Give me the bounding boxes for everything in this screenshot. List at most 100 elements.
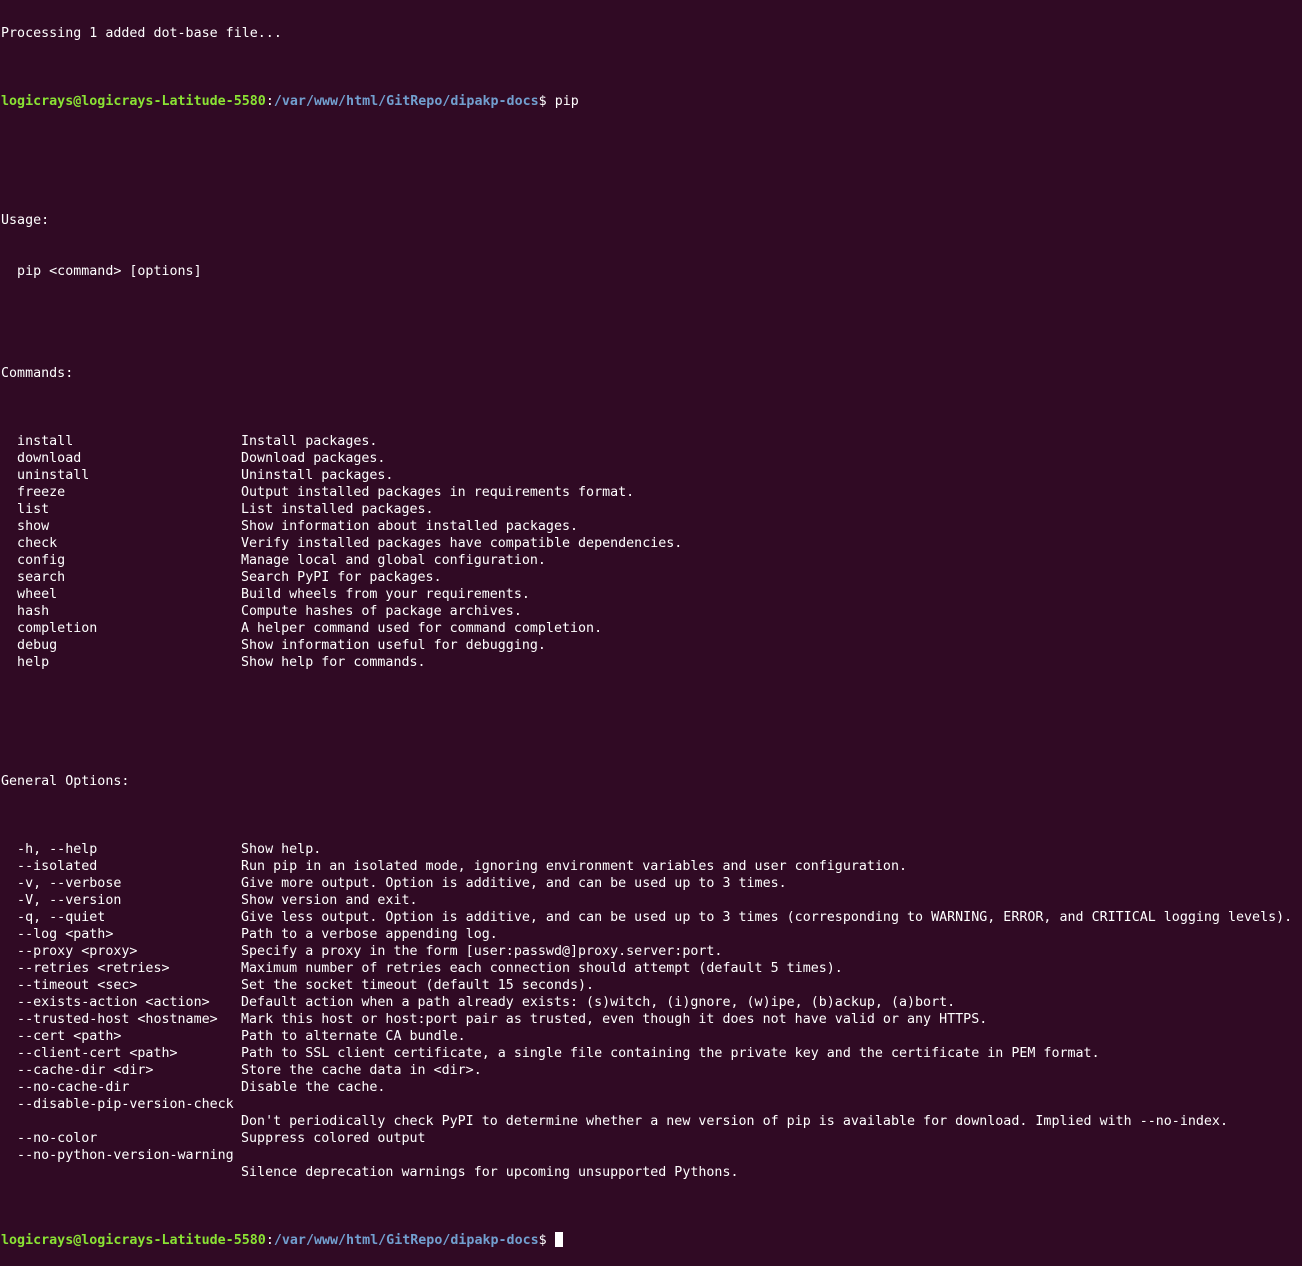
option-row: -V, --version Show version and exit. xyxy=(1,892,1301,909)
option-row-name: --no-cache-dir xyxy=(1,1080,130,1095)
command-row: download Download packages. xyxy=(1,450,1301,467)
commands-list: install Install packages. download Downloa… xyxy=(1,433,1301,671)
option-row-description: Show version and exit. xyxy=(241,893,418,908)
option-row-name: -h, --help xyxy=(1,842,98,857)
option-row-name: --trusted-host <hostname> xyxy=(1,1012,218,1027)
usage-header: Usage: xyxy=(1,213,50,228)
option-row-name: --log <path> xyxy=(1,927,114,942)
command-row-name: help xyxy=(1,655,50,670)
option-row-description: Run pip in an isolated mode, ignoring en… xyxy=(241,859,908,874)
command-row-description: Compute hashes of package archives. xyxy=(241,604,522,619)
option-row-description: Path to SSL client certificate, a single… xyxy=(241,1046,1100,1061)
command-row-description: A helper command used for command comple… xyxy=(241,621,603,636)
option-row-name: -v, --verbose xyxy=(1,876,122,891)
command-row: wheel Build wheels from your requirements… xyxy=(1,586,1301,603)
command-row-name: download xyxy=(1,451,82,466)
option-row-name: --exists-action <action> xyxy=(1,995,210,1010)
option-row-description: Path to alternate CA bundle. xyxy=(241,1029,466,1044)
command-row-description: Manage local and global configuration. xyxy=(241,553,546,568)
terminal-output[interactable]: Processing 1 added dot-base file... logi… xyxy=(1,0,1301,1266)
prompt-separator: : xyxy=(265,94,274,109)
option-row-name: --cert <path> xyxy=(1,1029,122,1044)
general-options-header: General Options: xyxy=(1,774,130,789)
option-row-name: -V, --version xyxy=(1,893,122,908)
command-row-name: check xyxy=(1,536,58,551)
option-row-name: --proxy <proxy> xyxy=(1,944,138,959)
command-row: completion A helper command used for comm… xyxy=(1,620,1301,637)
command-row: hash Compute hashes of package archives. xyxy=(1,603,1301,620)
command-row: debug Show information useful for debuggi… xyxy=(1,637,1301,654)
command-row-description: Show help for commands. xyxy=(241,655,426,670)
command-row-description: Show information useful for debugging. xyxy=(241,638,546,653)
command-row-name: debug xyxy=(1,638,58,653)
option-row-name: -q, --quiet xyxy=(1,910,106,925)
command-row-name: install xyxy=(1,434,74,449)
option-row: --client-cert <path> Path to SSL client c… xyxy=(1,1045,1301,1062)
option-row-description: Set the socket timeout (default 15 secon… xyxy=(241,978,595,993)
option-row-description: Give less output. Option is additive, an… xyxy=(241,910,1293,925)
option-row: --isolated Run pip in an isolated mode, i… xyxy=(1,858,1301,875)
option-row: --cache-dir <dir> Store the cache data in… xyxy=(1,1062,1301,1079)
option-row-description: Silence deprecation warnings for upcomin… xyxy=(241,1165,739,1180)
command-row: search Search PyPI for packages. xyxy=(1,569,1301,586)
option-row: --cert <path> Path to alternate CA bundle… xyxy=(1,1028,1301,1045)
command-row-name: completion xyxy=(1,621,98,636)
option-row-description: Default action when a path already exist… xyxy=(241,995,956,1010)
prompt-line: logicrays@logicrays-Latitude-5580:/var/w… xyxy=(1,93,1301,110)
option-row: --log <path> Path to a verbose appending … xyxy=(1,926,1301,943)
command-row-description: Output installed packages in requirement… xyxy=(241,485,635,500)
option-row-description: Path to a verbose appending log. xyxy=(241,927,498,942)
option-row: --no-cache-dir Disable the cache. xyxy=(1,1079,1301,1096)
option-row: --disable-pip-version-check xyxy=(1,1096,1301,1113)
option-row-description: Store the cache data in <dir>. xyxy=(241,1063,482,1078)
command-row-description: Show information about installed package… xyxy=(241,519,579,534)
command-row-name: search xyxy=(1,570,66,585)
option-row-description: Maximum number of retries each connectio… xyxy=(241,961,843,976)
option-row: --timeout <sec> Set the socket timeout (d… xyxy=(1,977,1301,994)
command-row-name: hash xyxy=(1,604,50,619)
partial-output-line: Processing 1 added dot-base file... xyxy=(1,26,282,41)
prompt-command: pip xyxy=(554,94,579,109)
option-row-name: --cache-dir <dir> xyxy=(1,1063,154,1078)
option-row-name: --timeout <sec> xyxy=(1,978,138,993)
option-row-description: Mark this host or host:port pair as trus… xyxy=(241,1012,988,1027)
command-row: check Verify installed packages have comp… xyxy=(1,535,1301,552)
command-row-description: Uninstall packages. xyxy=(241,468,394,483)
option-row-description: Give more output. Option is additive, an… xyxy=(241,876,787,891)
prompt-user-host: logicrays@logicrays-Latitude-5580 xyxy=(1,1233,266,1248)
option-row: Don't periodically check PyPI to determi… xyxy=(1,1113,1301,1130)
option-row: --exists-action <action> Default action w… xyxy=(1,994,1301,1011)
option-row-description: Don't periodically check PyPI to determi… xyxy=(241,1114,1228,1129)
option-row: --retries <retries> Maximum number of ret… xyxy=(1,960,1301,977)
command-row: uninstall Uninstall packages. xyxy=(1,467,1301,484)
options-list: -h, --help Show help. --isolated Run pip i… xyxy=(1,841,1301,1181)
command-row: show Show information about installed pac… xyxy=(1,518,1301,535)
option-row-name: --retries <retries> xyxy=(1,961,170,976)
prompt-path: /var/www/html/GitRepo/dipakp-docs xyxy=(273,94,539,109)
command-row-name: uninstall xyxy=(1,468,90,483)
command-row: list List installed packages. xyxy=(1,501,1301,518)
command-row-description: Download packages. xyxy=(241,451,386,466)
prompt-symbol: $ xyxy=(538,94,555,109)
command-row-name: show xyxy=(1,519,50,534)
prompt-symbol: $ xyxy=(538,1233,555,1248)
option-row-name: --no-color xyxy=(1,1131,98,1146)
command-row: install Install packages. xyxy=(1,433,1301,450)
option-row: --no-color Suppress colored output xyxy=(1,1130,1301,1147)
final-prompt-line[interactable]: logicrays@logicrays-Latitude-5580:/var/w… xyxy=(1,1232,1301,1249)
option-row-description: Specify a proxy in the form [user:passwd… xyxy=(241,944,723,959)
command-row-description: Build wheels from your requirements. xyxy=(241,587,530,602)
option-row-name: --client-cert <path> xyxy=(1,1046,178,1061)
command-row-name: wheel xyxy=(1,587,58,602)
prompt-user-host: logicrays@logicrays-Latitude-5580 xyxy=(1,94,266,109)
command-row-description: Verify installed packages have compatibl… xyxy=(241,536,683,551)
option-row-name: --no-python-version-warning xyxy=(1,1148,234,1163)
command-row: freeze Output installed packages in requi… xyxy=(1,484,1301,501)
usage-line: pip <command> [options] xyxy=(1,264,202,279)
option-row: Silence deprecation warnings for upcomin… xyxy=(1,1164,1301,1181)
text-cursor xyxy=(554,1232,563,1247)
command-row-name: freeze xyxy=(1,485,66,500)
command-row: help Show help for commands. xyxy=(1,654,1301,671)
